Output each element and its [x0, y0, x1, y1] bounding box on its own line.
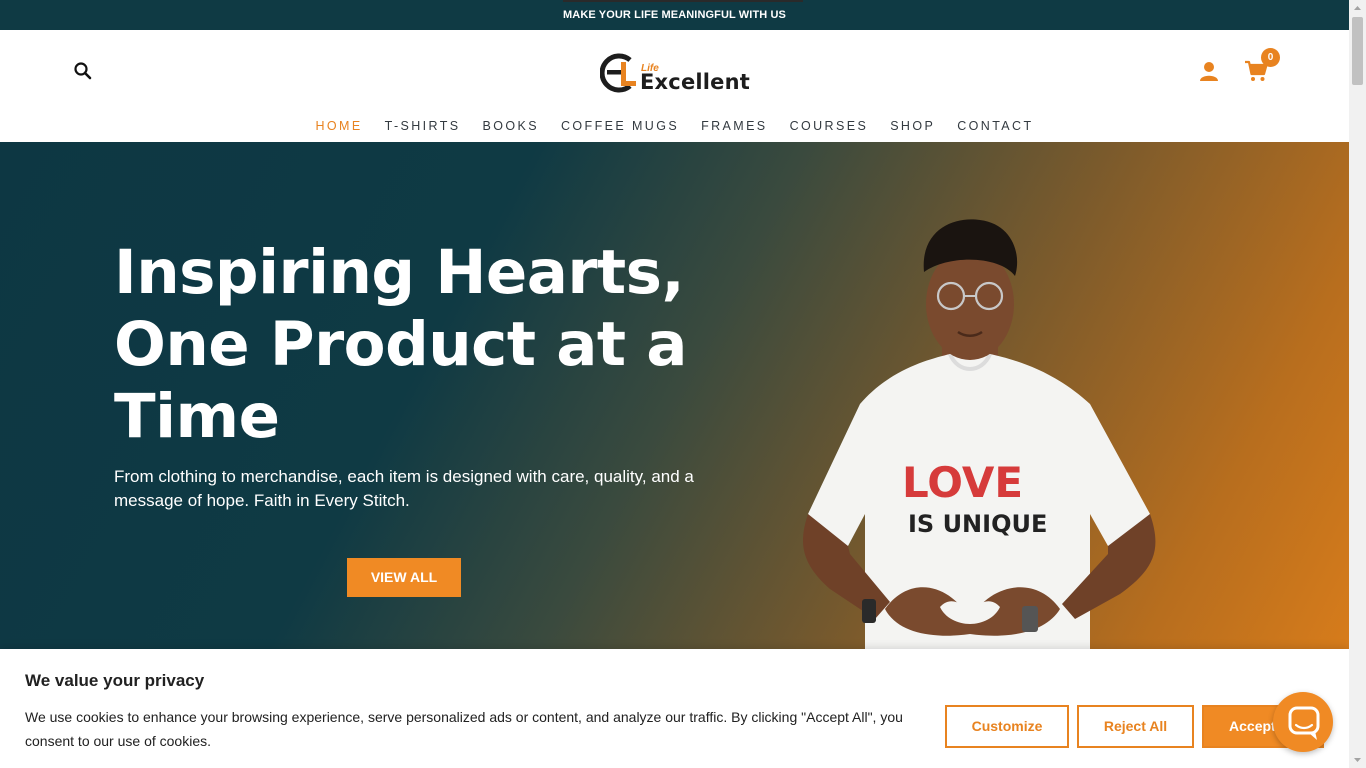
hero-subtitle-line: message of hope. Faith in Every Stitch. — [114, 491, 410, 510]
nav-item-books[interactable]: BOOKS — [483, 119, 539, 133]
cookie-title: We value your privacy — [25, 671, 205, 690]
shirt-print-line: LOVE — [902, 458, 1023, 507]
cookie-text-line: consent to our use of cookies. — [25, 733, 211, 749]
view-all-button[interactable]: VIEW ALL — [347, 558, 461, 597]
scroll-down-icon[interactable] — [1349, 751, 1366, 768]
cart-count-badge: 0 — [1261, 48, 1280, 67]
hero-title: Inspiring Hearts, One Product at a Time — [114, 237, 734, 453]
scroll-up-icon[interactable] — [1349, 0, 1366, 17]
hero-subtitle: From clothing to merchandise, each item … — [114, 465, 714, 513]
announcement-text: MAKE YOUR LIFE MEANINGFUL WITH US — [563, 9, 786, 21]
user-icon — [1200, 62, 1218, 81]
search-icon — [74, 62, 92, 80]
nav-item-home[interactable]: HOME — [315, 119, 362, 133]
nav-item-shop[interactable]: SHOP — [890, 119, 935, 133]
nav-item-t-shirts[interactable]: T-SHIRTS — [385, 119, 461, 133]
site-header: Life Excellent 0 HOME T-SHIRTS BOOKS COF… — [0, 30, 1349, 142]
hero-title-line: One Product at a — [114, 309, 687, 380]
topbar-accent-line — [563, 0, 803, 2]
logo-mark-icon — [600, 53, 636, 93]
hero-title-line: Time — [114, 381, 280, 452]
site-logo[interactable]: Life Excellent — [600, 52, 752, 94]
cookie-text-line: We use cookies to enhance your browsing … — [25, 709, 903, 725]
cookie-text: We use cookies to enhance your browsing … — [25, 705, 915, 753]
account-button[interactable] — [1198, 60, 1220, 82]
hero-title-line: Inspiring Hearts, — [114, 237, 685, 308]
nav-item-coffee-mugs[interactable]: COFFEE MUGS — [561, 119, 679, 133]
main-nav: HOME T-SHIRTS BOOKS COFFEE MUGS FRAMES C… — [0, 119, 1349, 133]
page: MAKE YOUR LIFE MEANINGFUL WITH US Life E… — [0, 0, 1349, 768]
nav-item-contact[interactable]: CONTACT — [957, 119, 1033, 133]
customize-button[interactable]: Customize — [945, 705, 1069, 748]
chat-icon — [1288, 706, 1320, 740]
cookie-consent-banner: We value your privacy We use cookies to … — [0, 649, 1349, 768]
shirt-print-line: IS UNIQUE — [908, 510, 1047, 538]
logo-word: Excellent — [640, 70, 751, 94]
nav-item-frames[interactable]: FRAMES — [701, 119, 768, 133]
search-button[interactable] — [72, 60, 94, 82]
reject-all-button[interactable]: Reject All — [1077, 705, 1194, 748]
page-scrollbar[interactable] — [1349, 0, 1366, 768]
scroll-thumb[interactable] — [1352, 17, 1363, 85]
chat-button[interactable] — [1273, 692, 1333, 752]
announcement-bar: MAKE YOUR LIFE MEANINGFUL WITH US — [0, 0, 1349, 30]
nav-item-courses[interactable]: COURSES — [790, 119, 869, 133]
hero-subtitle-line: From clothing to merchandise, each item … — [114, 467, 694, 486]
